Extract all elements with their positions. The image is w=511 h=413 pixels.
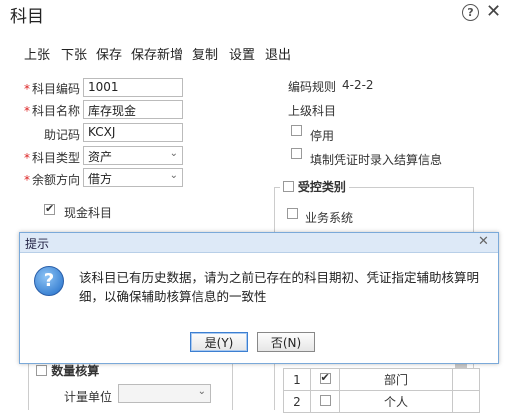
next-button[interactable]: 下张 <box>61 44 87 63</box>
code-rule-label: 编码规则 <box>288 80 337 94</box>
aux-table: 1 部门 2 个人 <box>283 368 480 413</box>
table-row[interactable]: 1 部门 <box>283 368 480 391</box>
copy-button[interactable]: 复制 <box>192 44 218 63</box>
close-icon[interactable]: ✕ <box>486 1 501 22</box>
row-checkbox-cell[interactable] <box>310 368 340 391</box>
code-input[interactable]: 1001 <box>83 78 183 97</box>
row-name: 部门 <box>339 368 453 391</box>
help-icon[interactable]: ? <box>462 4 479 21</box>
row-name: 个人 <box>339 390 453 413</box>
code-label: * 科目编码 <box>23 82 80 96</box>
direction-select[interactable]: 借方 ⌄ <box>83 168 183 187</box>
title-bar: 科目 ? ✕ <box>0 0 511 30</box>
controlled-category-label: 受控类别 <box>297 180 346 194</box>
row-extra <box>452 368 480 391</box>
dialog-title: 提示 <box>25 237 50 251</box>
voucher-settlement-checkbox[interactable] <box>291 148 302 159</box>
chevron-down-icon: ⌄ <box>169 170 178 181</box>
mnemonic-label: 助记码 <box>43 128 80 142</box>
row-number: 1 <box>283 368 311 391</box>
parent-account-label: 上级科目 <box>288 104 337 118</box>
unit-label: 计量单位 <box>64 390 113 404</box>
row-checkbox[interactable] <box>319 394 331 406</box>
business-system-checkbox[interactable] <box>287 208 298 219</box>
settings-button[interactable]: 设置 <box>229 44 255 63</box>
save-button[interactable]: 保存 <box>96 44 122 63</box>
row-number: 2 <box>283 390 311 413</box>
row-checkbox[interactable] <box>319 371 331 384</box>
row-checkbox-cell[interactable] <box>310 390 340 413</box>
prompt-dialog: 提示 ✕ ? 该科目已有历史数据，请为之前已存在的科目期初、凭证指定辅助核算明细… <box>19 232 499 364</box>
code-rule-value: 4-2-2 <box>342 78 374 92</box>
dialog-header: 提示 ✕ <box>20 233 498 253</box>
unit-select[interactable]: ⌄ <box>118 384 211 403</box>
type-label: * 科目类型 <box>23 151 80 165</box>
quantity-label: 数量核算 <box>51 364 100 378</box>
disabled-label: 停用 <box>310 129 335 143</box>
controlled-category-checkbox[interactable] <box>283 181 294 192</box>
quantity-legend: 数量核算 <box>34 362 102 379</box>
name-input[interactable]: 库存现金 <box>83 100 183 119</box>
yes-button[interactable]: 是(Y) <box>190 332 248 352</box>
chevron-down-icon: ⌄ <box>169 148 178 159</box>
name-label: * 科目名称 <box>23 104 80 118</box>
chevron-down-icon: ⌄ <box>197 386 206 397</box>
business-system-label: 业务系统 <box>305 211 354 225</box>
type-select[interactable]: 资产 ⌄ <box>83 146 183 165</box>
exit-button[interactable]: 退出 <box>265 44 291 63</box>
direction-select-value: 借方 <box>88 172 113 186</box>
quantity-checkbox[interactable] <box>36 365 47 376</box>
direction-label: * 余额方向 <box>23 173 80 187</box>
dialog-close-icon[interactable]: ✕ <box>478 234 489 249</box>
cash-account-checkbox[interactable] <box>44 202 55 215</box>
no-button[interactable]: 否(N) <box>257 332 315 352</box>
table-row[interactable]: 2 个人 <box>283 390 480 413</box>
disabled-checkbox[interactable] <box>291 125 302 136</box>
prev-button[interactable]: 上张 <box>24 44 50 63</box>
save-new-button[interactable]: 保存新增 <box>131 44 183 63</box>
cash-account-label: 现金科目 <box>64 206 113 220</box>
window-title: 科目 <box>10 7 44 27</box>
row-extra <box>452 390 480 413</box>
controlled-category-legend: 受控类别 <box>280 178 349 195</box>
question-icon: ? <box>34 266 64 296</box>
type-select-value: 资产 <box>88 150 113 164</box>
voucher-settlement-label: 填制凭证时录入结算信息 <box>310 153 443 167</box>
dialog-message: 该科目已有历史数据，请为之前已存在的科目期初、凭证指定辅助核算明细，以确保辅助核… <box>79 270 480 304</box>
mnemonic-input[interactable]: KCXJ <box>83 123 183 142</box>
